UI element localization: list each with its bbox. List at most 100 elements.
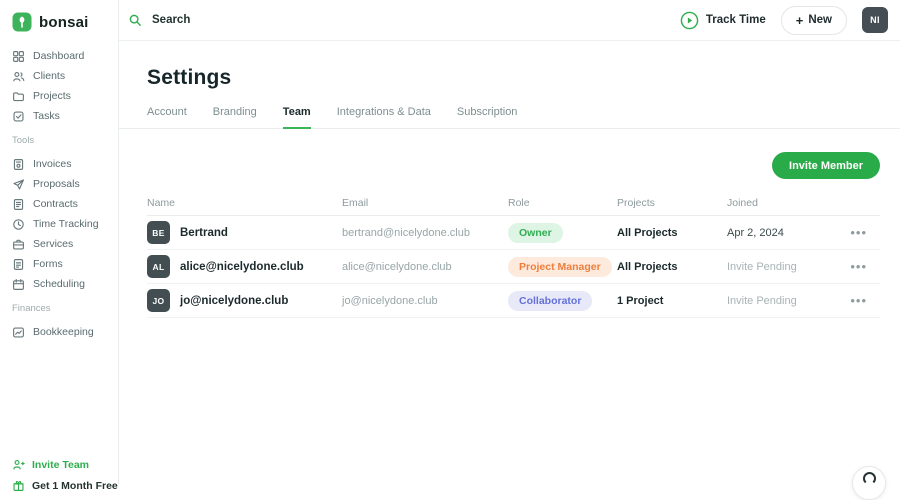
team-actions: Invite Member [147,152,880,179]
sidebar-item-label: Invoices [33,158,72,170]
column-header-joined: Joined [727,197,758,209]
sidebar: bonsai Dashboard Clients Projects Tasks … [0,0,119,492]
form-icon [12,258,25,271]
document-icon [12,198,25,211]
member-joined: Invite Pending [727,260,797,273]
plus-icon: + [795,12,804,28]
chart-icon [12,326,25,339]
member-name: alice@nicelydone.club [180,260,304,273]
column-header-role: Role [508,197,530,209]
sidebar-item-services[interactable]: Services [12,234,118,254]
tab-subscription[interactable]: Subscription [457,106,518,128]
invite-team-button[interactable]: Invite Team [12,454,119,475]
sidebar-item-label: Contracts [33,198,78,210]
team-table: Name Email Role Projects Joined BE Bertr… [147,191,880,318]
member-avatar: AL [147,255,170,278]
help-widget-button[interactable] [852,466,886,500]
calendar-icon [12,278,25,291]
search-bar[interactable] [128,13,680,27]
help-icon [862,472,876,485]
sidebar-nav-finances: Bookkeeping [0,318,118,342]
search-icon [128,13,142,27]
settings-content: Settings Account Branding Team Integrati… [119,66,900,318]
main-area: Track Time + New NI Settings Account Bra… [119,0,900,484]
brand-logo[interactable]: bonsai [0,0,118,42]
sidebar-item-contracts[interactable]: Contracts [12,194,118,214]
topbar-actions: Track Time + New NI [680,5,888,35]
member-avatar: JO [147,289,170,312]
sidebar-nav-tools: Invoices Proposals Contracts Time Tracki… [0,150,118,294]
sidebar-section-finances: Finances [12,303,51,314]
member-projects: 1 Project [617,294,664,307]
promo-button[interactable]: Get 1 Month Free [12,475,119,496]
topbar: Track Time + New NI [119,0,900,41]
sidebar-section-tools: Tools [12,135,35,146]
sidebar-item-label: Bookkeeping [33,326,94,338]
play-circle-icon [680,11,699,30]
table-row: AL alice@nicelydone.club alice@nicelydon… [147,250,880,284]
sidebar-item-proposals[interactable]: Proposals [12,174,118,194]
member-joined: Invite Pending [727,294,797,307]
member-name-cell: AL alice@nicelydone.club [147,255,342,278]
role-badge: Collaborator [508,290,593,311]
column-header-name: Name [147,197,176,209]
sidebar-nav: Dashboard Clients Projects Tasks [0,42,118,126]
sidebar-item-dashboard[interactable]: Dashboard [12,46,118,66]
member-avatar: BE [147,221,170,244]
sidebar-item-bookkeeping[interactable]: Bookkeeping [12,322,118,342]
sidebar-item-label: Projects [33,90,71,102]
sidebar-footer: Invite Team Get 1 Month Free [0,454,119,496]
sidebar-item-forms[interactable]: Forms [12,254,118,274]
briefcase-icon [12,238,25,251]
gift-icon [12,479,25,492]
sidebar-item-clients[interactable]: Clients [12,66,118,86]
sidebar-item-scheduling[interactable]: Scheduling [12,274,118,294]
page-title: Settings [147,66,232,89]
member-name-cell: JO jo@nicelydone.club [147,289,342,312]
paper-plane-icon [12,178,25,191]
person-plus-icon [12,458,25,471]
sidebar-item-projects[interactable]: Projects [12,86,118,106]
invoice-icon [12,158,25,171]
grid-icon [12,50,25,63]
sidebar-item-invoices[interactable]: Invoices [12,154,118,174]
sidebar-item-label: Time Tracking [33,218,99,230]
tab-branding[interactable]: Branding [213,106,257,128]
settings-tabs: Account Branding Team Integrations & Dat… [119,106,900,129]
sidebar-item-label: Forms [33,258,63,270]
search-input[interactable] [150,13,454,27]
bonsai-logo-icon [12,12,32,32]
track-time-button[interactable]: Track Time [680,11,766,30]
new-button[interactable]: + New [780,5,847,35]
tab-integrations-data[interactable]: Integrations & Data [337,106,431,128]
sidebar-item-label: Clients [33,70,66,82]
member-projects: All Projects [617,226,678,239]
sidebar-item-time-tracking[interactable]: Time Tracking [12,214,118,234]
table-row: JO jo@nicelydone.club jo@nicelydone.club… [147,284,880,318]
invite-team-label: Invite Team [32,458,89,471]
tab-team[interactable]: Team [282,106,311,129]
member-name-cell: BE Bertrand [147,221,342,244]
column-header-projects: Projects [617,197,655,209]
role-badge: Owner [508,222,563,243]
sidebar-item-label: Services [33,238,74,250]
clock-icon [12,218,25,231]
track-time-label: Track Time [705,14,766,26]
sidebar-item-label: Dashboard [33,50,85,62]
member-joined: Apr 2, 2024 [727,226,784,239]
invite-member-button[interactable]: Invite Member [772,152,880,179]
sidebar-item-tasks[interactable]: Tasks [12,106,118,126]
user-avatar[interactable]: NI [862,7,888,33]
member-projects: All Projects [617,260,678,273]
member-email: bertrand@nicelydone.club [342,226,470,239]
people-icon [12,70,25,83]
new-button-label: New [808,14,832,26]
sidebar-item-label: Proposals [33,178,80,190]
tab-account[interactable]: Account [147,106,187,128]
sidebar-item-label: Scheduling [33,278,85,290]
column-header-email: Email [342,197,369,209]
member-email: jo@nicelydone.club [342,294,438,307]
task-check-icon [12,110,25,123]
member-name: Bertrand [180,226,228,239]
promo-label: Get 1 Month Free [32,479,118,492]
